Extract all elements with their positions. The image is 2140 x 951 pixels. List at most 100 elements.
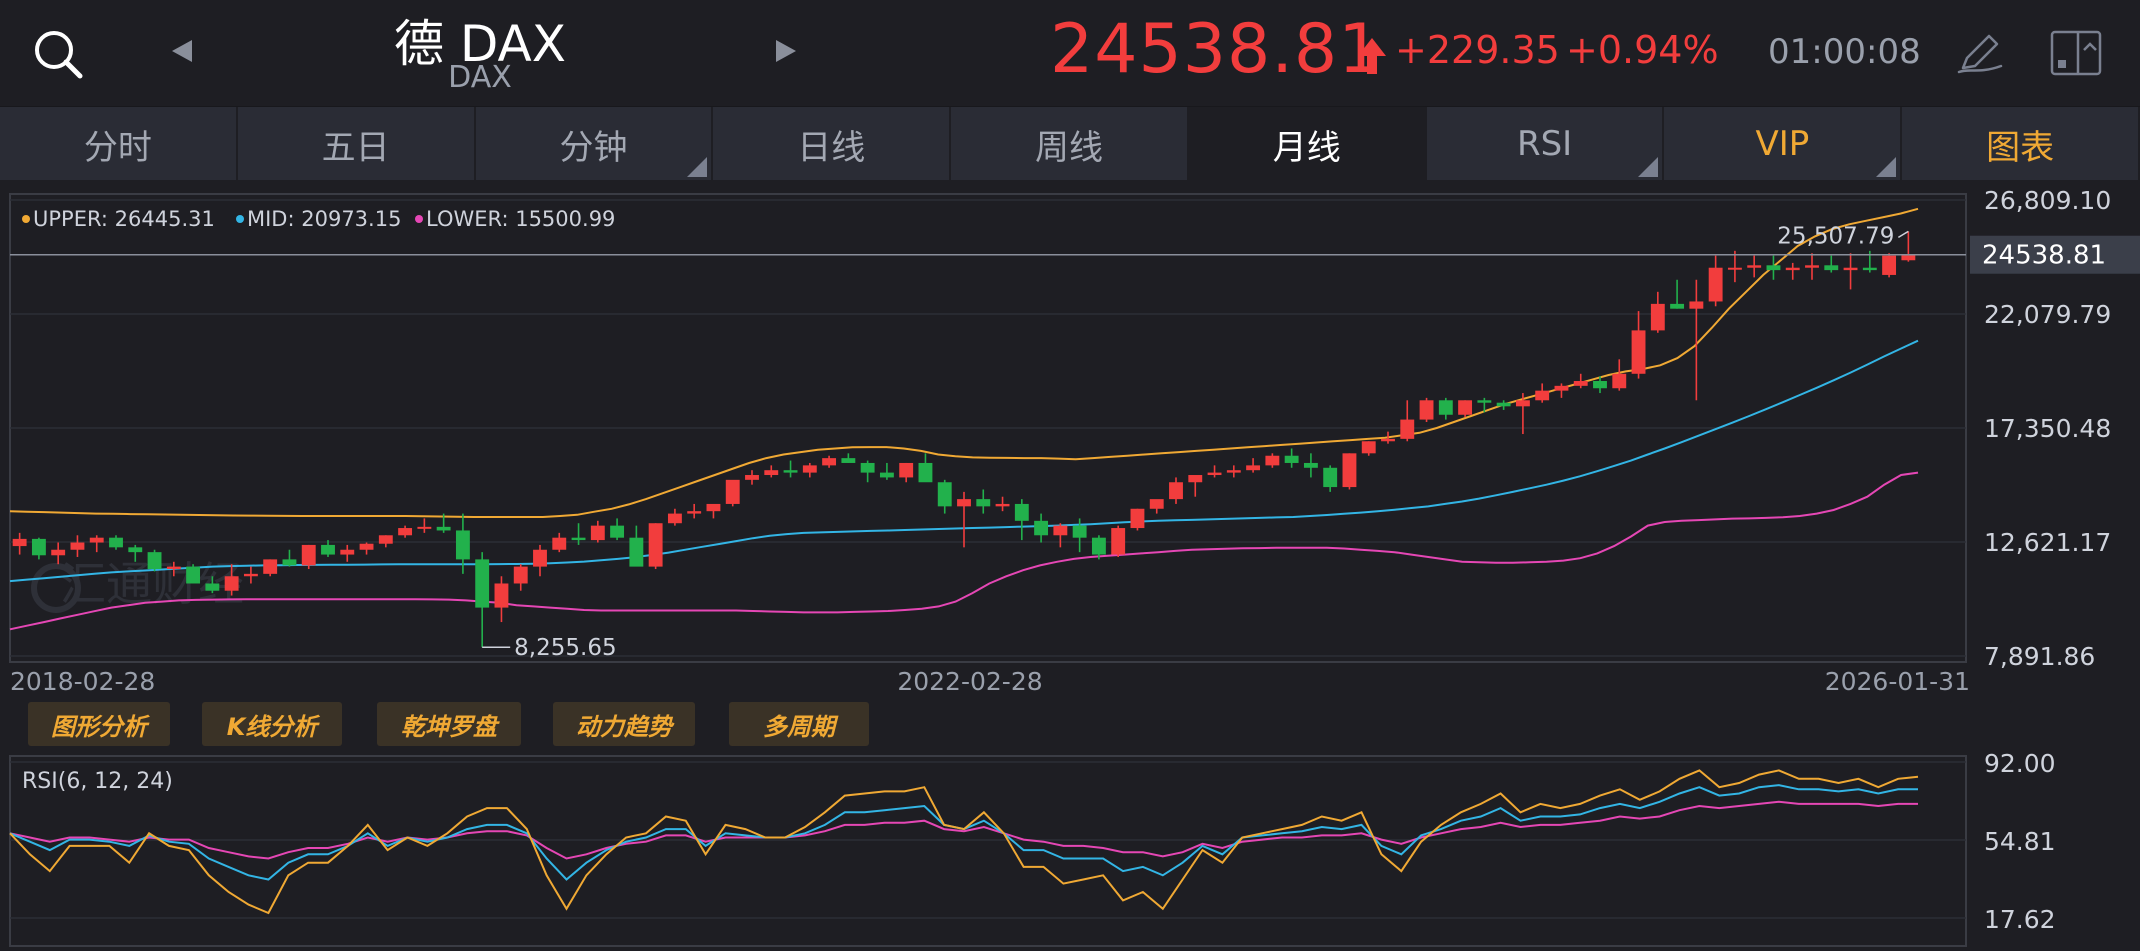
candle-body: [648, 523, 663, 567]
candle-body: [1419, 400, 1434, 420]
candle: [1053, 523, 1068, 548]
tab-8[interactable]: 图表: [1902, 107, 2140, 181]
chart-legend: UPPER: 26445.31 MID: 20973.15 LOWER: 15500…: [22, 207, 615, 231]
candle: [822, 455, 837, 468]
chevron-left-icon[interactable]: [168, 36, 198, 66]
tab-label: 分时: [83, 127, 152, 168]
pen-icon[interactable]: [1955, 30, 2005, 76]
dropdown-corner-icon: [687, 157, 708, 177]
candle: [879, 462, 894, 480]
candle-body: [51, 549, 66, 556]
candle: [1438, 397, 1453, 420]
candle-body: [31, 538, 46, 556]
candle-body: [1882, 255, 1897, 275]
tab-label: 月线: [1272, 127, 1341, 168]
candlestick-chart[interactable]: 汇通财经 UPPER: 26445.31 MID: 20973.15 LOWER: …: [0, 180, 2140, 700]
candle-body: [533, 549, 547, 567]
tab-1[interactable]: 五日: [238, 107, 476, 181]
candle: [1727, 250, 1742, 283]
rsi-axis: 92.00 54.81 17.62: [1984, 750, 2056, 934]
tab-5[interactable]: 月线: [1188, 107, 1427, 181]
y-tick-label: 26,809.10: [1984, 186, 2111, 215]
candle-body: [1053, 525, 1068, 536]
candle-body: [725, 479, 740, 504]
candle-body: [1072, 525, 1087, 538]
candle-body: [398, 528, 413, 536]
candle-body: [70, 542, 85, 550]
tab-0[interactable]: 分时: [0, 107, 238, 181]
tab-3[interactable]: 日线: [713, 107, 952, 181]
tab-2[interactable]: 分钟: [476, 107, 714, 181]
tab-label: VIP: [1755, 124, 1810, 164]
rsi-chart[interactable]: RSI(6, 12, 24) 92.00 54.81 17.62: [0, 750, 2140, 951]
y-tick-label: 12,621.17: [1984, 528, 2111, 557]
candle: [1284, 448, 1299, 468]
candle: [147, 549, 162, 572]
candle-body: [455, 530, 470, 560]
candle-body: [1130, 508, 1145, 529]
candle: [282, 549, 297, 567]
candle-body: [629, 537, 644, 567]
candle: [89, 535, 104, 553]
candle-body: [976, 499, 991, 507]
candle: [1573, 373, 1588, 389]
candle-body: [109, 537, 123, 548]
candle-body: [1438, 400, 1453, 415]
analysis-button-1[interactable]: K线分析: [202, 702, 342, 746]
candle: [1458, 400, 1473, 418]
rsi-tick-label: 92.00: [1984, 750, 2056, 778]
tab-label: 日线: [797, 127, 866, 168]
candle: [1708, 255, 1723, 307]
candle: [1419, 397, 1434, 422]
candle-body: [610, 525, 625, 538]
current-price-tag: 24538.81: [1982, 241, 2106, 271]
period-tabs: 分时 五日 分钟 日线 周线 月线 RSI VIP 图表: [0, 106, 2140, 181]
candle-body: [1901, 254, 1916, 261]
legend-dot: [236, 215, 244, 223]
candle-body: [321, 544, 335, 555]
candle-body: [1650, 303, 1665, 331]
candle: [1535, 383, 1550, 403]
analysis-button-3[interactable]: 动力趋势: [553, 702, 695, 746]
candle-body: [12, 538, 27, 547]
analysis-button-4[interactable]: 多周期: [729, 702, 869, 746]
search-icon[interactable]: [30, 26, 86, 82]
tab-7[interactable]: VIP: [1664, 107, 1903, 181]
rsi-series-line: [9, 769, 1919, 915]
candle-body: [1515, 400, 1530, 407]
candle-body: [1169, 482, 1183, 500]
rsi-series-line: [9, 784, 1918, 881]
price-change-percent: +0.94%: [1566, 28, 1719, 72]
candle-body: [860, 462, 875, 473]
candle: [706, 503, 721, 519]
layout-icon[interactable]: [2048, 28, 2104, 78]
candle: [1554, 383, 1569, 398]
candle-body: [745, 475, 759, 480]
candle: [70, 535, 85, 557]
candle-body: [1689, 301, 1704, 309]
candle-body: [937, 482, 952, 507]
tab-label: RSI: [1516, 124, 1573, 164]
candle-body: [1361, 441, 1376, 454]
candle-body: [1458, 400, 1473, 415]
tab-4[interactable]: 周线: [951, 107, 1189, 181]
candle-body: [879, 472, 894, 478]
candle: [1843, 253, 1858, 290]
candle: [1188, 475, 1203, 497]
candle-body: [89, 537, 104, 543]
candle: [957, 491, 971, 548]
candle-body: [1766, 265, 1781, 271]
candle-body: [1342, 453, 1357, 488]
y-tick-label: 7,891.86: [1984, 642, 2095, 671]
candle: [629, 525, 644, 567]
analysis-button-0[interactable]: 图形分析: [28, 702, 170, 746]
candle: [1207, 465, 1222, 478]
candle: [513, 564, 528, 591]
candle-body: [243, 573, 258, 577]
candle-body: [1188, 475, 1203, 483]
candle: [340, 544, 355, 562]
chevron-right-icon[interactable]: [770, 36, 800, 66]
rsi-lines: [9, 769, 1919, 915]
tab-6[interactable]: RSI: [1427, 107, 1665, 181]
analysis-button-2[interactable]: 乾坤罗盘: [377, 702, 521, 746]
